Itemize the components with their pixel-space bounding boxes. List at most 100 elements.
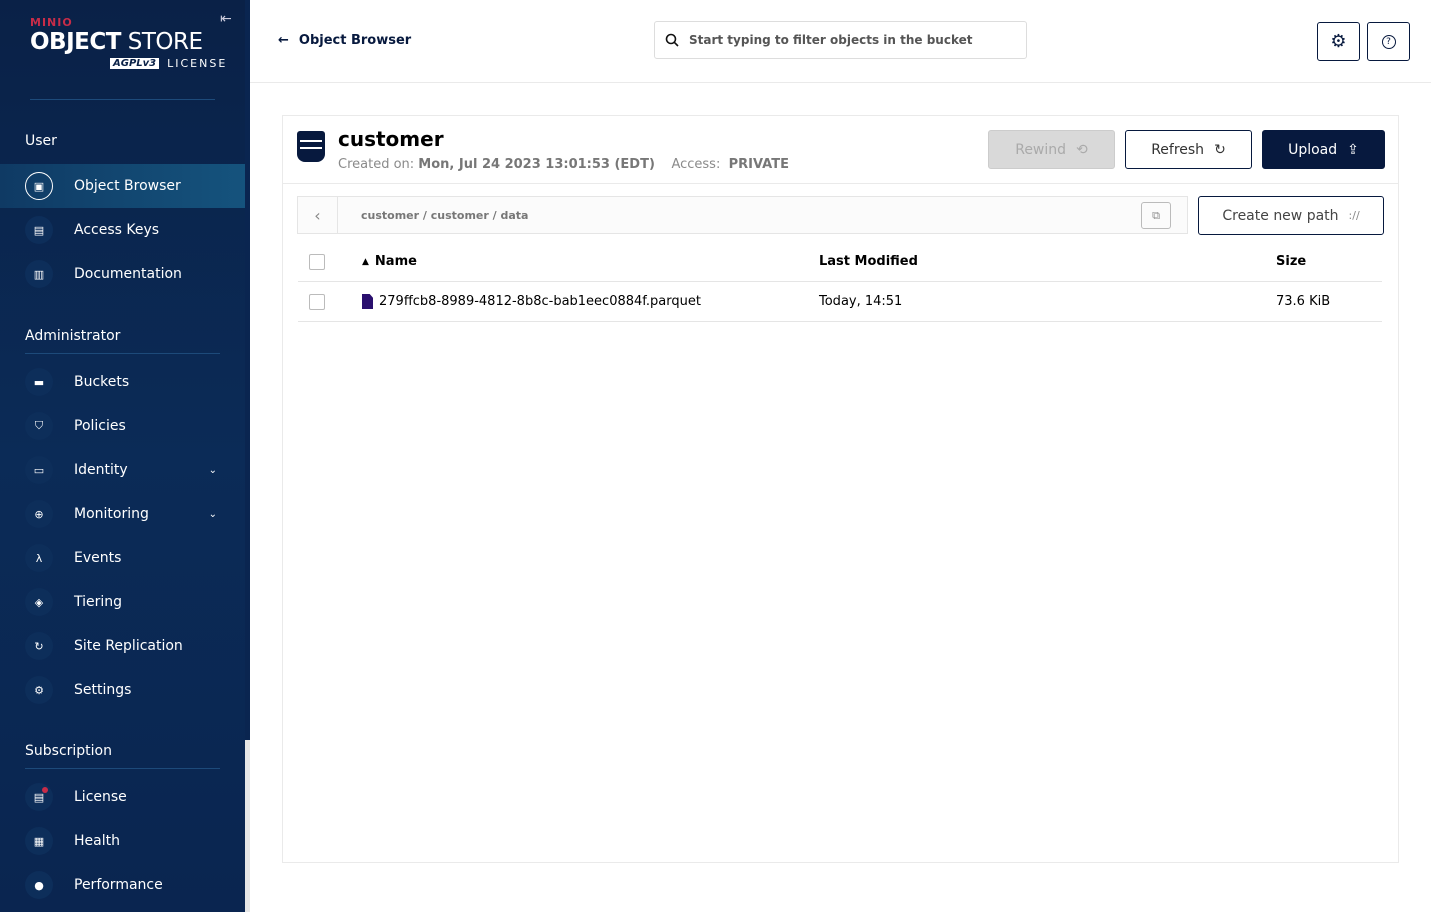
access-label: Access: bbox=[671, 157, 721, 172]
divider bbox=[25, 353, 220, 354]
sidebar-item-performance[interactable]: ● Performance bbox=[0, 863, 245, 907]
create-new-path-button[interactable]: Create new path :/∕ bbox=[1198, 196, 1384, 235]
rewind-button[interactable]: Rewind ⟲ bbox=[988, 130, 1115, 169]
bucket-panel: customer Created on: Mon, Jul 24 2023 13… bbox=[282, 115, 1399, 863]
object-modified: Today, 14:51 bbox=[819, 294, 903, 309]
agpl-logo: AGPLv3 bbox=[110, 58, 160, 69]
layers-icon: ◈ bbox=[25, 588, 53, 616]
copy-icon: ⧉ bbox=[1152, 208, 1160, 222]
sidebar-item-label: Performance bbox=[74, 877, 163, 893]
select-all-checkbox[interactable] bbox=[309, 253, 325, 270]
sidebar-item-label: Tiering bbox=[74, 594, 123, 610]
divider bbox=[25, 768, 220, 769]
upload-label: Upload bbox=[1288, 141, 1338, 158]
performance-icon: ● bbox=[25, 871, 53, 899]
logo-store: STORE bbox=[127, 29, 203, 55]
history-icon: ⟲ bbox=[1076, 141, 1088, 158]
logo-license: LICENSE bbox=[167, 57, 228, 70]
table-row[interactable]: 279ffcb8-8989-4812-8b8c-bab1eec0884f.par… bbox=[298, 282, 1382, 322]
sidebar-item-identity[interactable]: ▭ Identity ⌄ bbox=[0, 448, 245, 492]
breadcrumb[interactable]: customer / customer / data bbox=[361, 209, 528, 222]
collapse-sidebar-icon[interactable]: ⇤ bbox=[220, 11, 232, 27]
sidebar-item-settings[interactable]: ⚙ Settings bbox=[0, 668, 245, 712]
size-column-header[interactable]: Size bbox=[1276, 254, 1306, 269]
sidebar-item-object-browser[interactable]: ▣ Object Browser bbox=[0, 164, 245, 208]
chevron-down-icon[interactable]: ⌄ bbox=[209, 465, 217, 476]
divider bbox=[30, 99, 215, 100]
sidebar-item-events[interactable]: λ Events bbox=[0, 536, 245, 580]
identity-icon: ▭ bbox=[25, 456, 53, 484]
sidebar-item-label: Access Keys bbox=[74, 222, 160, 238]
object-name: 279ffcb8-8989-4812-8b8c-bab1eec0884f.par… bbox=[379, 294, 701, 309]
replication-icon: ↻ bbox=[25, 632, 53, 660]
gear-icon: ⚙ bbox=[1330, 31, 1347, 52]
section-title: Administrator bbox=[25, 328, 121, 344]
sidebar-item-license[interactable]: ▤ License bbox=[0, 775, 245, 819]
upload-button[interactable]: Upload ⇪ bbox=[1262, 130, 1385, 169]
sidebar-item-buckets[interactable]: ▬ Buckets bbox=[0, 360, 245, 404]
health-icon: ▦ bbox=[25, 827, 53, 855]
arrow-left-icon: ← bbox=[278, 33, 289, 48]
name-header-label: Name bbox=[374, 254, 417, 269]
bucket-icon: ▬ bbox=[25, 368, 53, 396]
bucket-name: customer bbox=[338, 127, 444, 151]
sidebar-item-label: Object Browser bbox=[74, 178, 181, 194]
filter-objects-input[interactable] bbox=[689, 33, 1009, 47]
search-icon bbox=[665, 33, 679, 47]
sidebar-item-label: License bbox=[74, 789, 127, 805]
top-bar: ← Object Browser ⚙ ? bbox=[250, 0, 1431, 83]
rewind-label: Rewind bbox=[1015, 141, 1067, 158]
new-path-icon: :/∕ bbox=[1348, 209, 1360, 222]
object-size: 73.6 KiB bbox=[1276, 294, 1331, 309]
sort-asc-icon: ▲ bbox=[362, 256, 369, 267]
refresh-label: Refresh bbox=[1151, 141, 1205, 158]
name-column-header[interactable]: ▲ Name bbox=[362, 254, 417, 269]
search-box bbox=[654, 21, 1027, 59]
copy-path-button[interactable]: ⧉ bbox=[1141, 202, 1171, 229]
bucket-header: customer Created on: Mon, Jul 24 2023 13… bbox=[283, 116, 1398, 184]
settings-button[interactable]: ⚙ bbox=[1317, 22, 1360, 61]
sidebar-item-access-keys[interactable]: ▤ Access Keys bbox=[0, 208, 245, 252]
upload-icon: ⇪ bbox=[1347, 141, 1359, 158]
table-header: ▲ Name Last Modified Size bbox=[298, 242, 1382, 282]
chevron-left-icon: ‹ bbox=[314, 205, 321, 225]
sidebar-item-label: Site Replication bbox=[74, 638, 183, 654]
bucket-icon bbox=[297, 131, 325, 162]
breadcrumb-bar: ‹ customer / customer / data ⧉ bbox=[297, 196, 1188, 234]
create-path-label: Create new path bbox=[1222, 207, 1339, 224]
sidebar-item-health[interactable]: ▦ Health bbox=[0, 819, 245, 863]
logo-minio: MINIO bbox=[30, 16, 73, 29]
license-icon: ▤ bbox=[25, 783, 53, 811]
monitoring-icon: ⊕ bbox=[25, 500, 53, 528]
modified-column-header[interactable]: Last Modified bbox=[819, 254, 918, 269]
sidebar-item-label: Documentation bbox=[74, 266, 182, 282]
section-title: Subscription bbox=[25, 743, 112, 759]
sidebar-item-monitoring[interactable]: ⊕ Monitoring ⌄ bbox=[0, 492, 245, 536]
sidebar-item-label: Health bbox=[74, 833, 120, 849]
breadcrumb-back-button[interactable]: ‹ bbox=[298, 197, 338, 233]
sidebar-item-label: Policies bbox=[74, 418, 126, 434]
objects-table: ▲ Name Last Modified Size 279ffcb8-8989-4… bbox=[298, 242, 1382, 322]
logo-object: OBJECT bbox=[30, 29, 121, 55]
file-icon bbox=[362, 294, 373, 309]
sidebar-item-policies[interactable]: ⛉ Policies bbox=[0, 404, 245, 448]
created-label: Created on: bbox=[338, 157, 415, 172]
refresh-button[interactable]: Refresh ↻ bbox=[1125, 130, 1252, 169]
sidebar-item-documentation[interactable]: ▥ Documentation bbox=[0, 252, 245, 296]
sidebar-item-label: Identity bbox=[74, 462, 128, 478]
row-checkbox[interactable] bbox=[309, 293, 325, 310]
bucket-meta: Created on: Mon, Jul 24 2023 13:01:53 (E… bbox=[338, 157, 789, 172]
back-label: Object Browser bbox=[298, 33, 412, 48]
sidebar-item-label: Settings bbox=[74, 682, 132, 698]
gear-icon: ⚙ bbox=[25, 676, 53, 704]
sidebar-item-label: Events bbox=[74, 550, 122, 566]
access-value: PRIVATE bbox=[728, 157, 789, 172]
sidebar-item-tiering[interactable]: ◈ Tiering bbox=[0, 580, 245, 624]
chevron-down-icon[interactable]: ⌄ bbox=[209, 509, 217, 520]
back-to-object-browser[interactable]: ← Object Browser bbox=[278, 33, 411, 48]
help-button[interactable]: ? bbox=[1367, 22, 1410, 61]
help-icon: ? bbox=[1381, 34, 1396, 49]
sidebar-item-site-replication[interactable]: ↻ Site Replication bbox=[0, 624, 245, 668]
sidebar-item-label: Monitoring bbox=[74, 506, 149, 522]
minio-logo: MINIO OBJECT STORE AGPLv3 LICENSE bbox=[30, 16, 227, 70]
